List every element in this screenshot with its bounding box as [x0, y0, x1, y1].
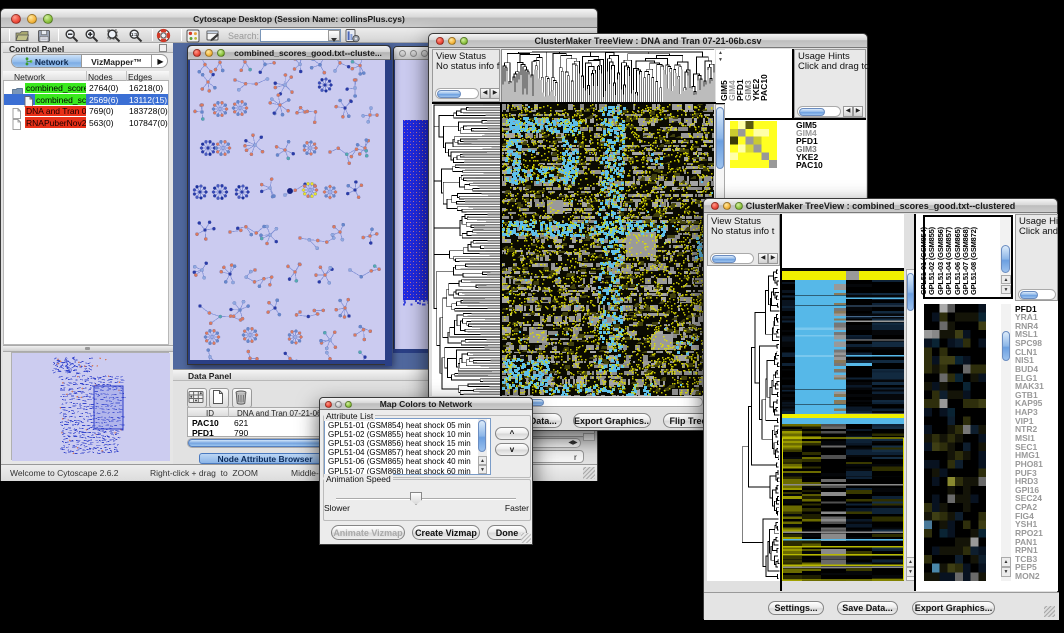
svg-text:1:1: 1:1 [131, 32, 138, 37]
